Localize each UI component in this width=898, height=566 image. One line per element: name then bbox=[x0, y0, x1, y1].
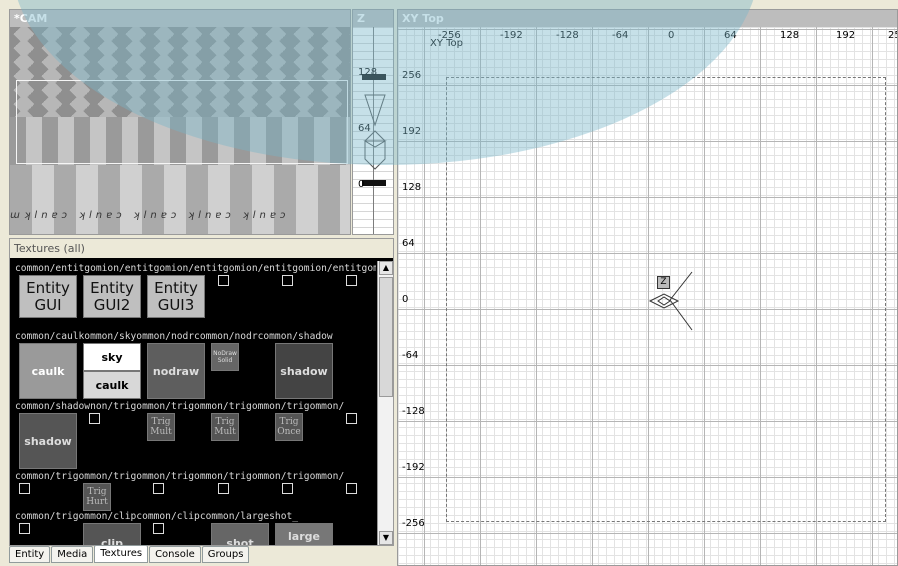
z-camera-icon bbox=[363, 94, 387, 170]
texture-trig-hurt[interactable]: Trig Hurt bbox=[83, 483, 111, 511]
y-label: 256 bbox=[402, 70, 422, 81]
scroll-up-icon[interactable]: ▲ bbox=[379, 261, 393, 275]
texture-placeholder[interactable] bbox=[19, 483, 30, 494]
camera-floor-texture-text: ɯʞlnɐɔ ʞlnɐɔ ʞlnɐɔ ʞlnɐɔ ʞlnɐɔ bbox=[10, 210, 290, 221]
y-label: 64 bbox=[402, 238, 415, 249]
y-label: -128 bbox=[402, 406, 425, 417]
texture-placeholder[interactable] bbox=[153, 483, 164, 494]
texture-row-names: common/entitgomion/entitgomion/entitgomi… bbox=[15, 263, 376, 274]
xy-top-view[interactable]: XY Top XY Top -256 -192 -128 -64 0 64 12… bbox=[397, 9, 898, 566]
x-label: 192 bbox=[836, 30, 856, 41]
x-label: 128 bbox=[780, 30, 800, 41]
texture-placeholder[interactable] bbox=[346, 275, 357, 286]
texture-placeholder[interactable] bbox=[89, 413, 100, 424]
y-label: 0 bbox=[402, 294, 409, 305]
y-label: -64 bbox=[402, 350, 419, 361]
camera-floor bbox=[10, 165, 350, 234]
z-label-128: 128 bbox=[358, 67, 378, 78]
texture-sky[interactable]: sky bbox=[83, 343, 141, 371]
panel-tabs: Entity Media Textures Console Groups bbox=[9, 545, 250, 564]
camera-title: *CAM bbox=[10, 10, 350, 27]
texture-trig-once[interactable]: Trig Once bbox=[275, 413, 303, 441]
texture-large-shot[interactable]: large shot bbox=[275, 523, 333, 545]
texture-browser[interactable]: common/entitgomion/entitgomion/entitgomi… bbox=[13, 261, 376, 545]
texture-placeholder[interactable] bbox=[282, 483, 293, 494]
camera-view[interactable]: *CAM ɯʞlnɐɔ ʞlnɐɔ ʞlnɐɔ ʞlnɐɔ ʞlnɐɔ bbox=[9, 9, 351, 235]
texture-placeholder[interactable] bbox=[19, 523, 30, 534]
tab-media[interactable]: Media bbox=[51, 546, 94, 563]
textures-panel[interactable]: Textures (all) common/entitgomion/entitg… bbox=[9, 238, 394, 546]
x-label: -64 bbox=[612, 30, 629, 41]
x-label: -192 bbox=[500, 30, 523, 41]
texture-row-names: common/trigommon/trigommon/trigommon/tri… bbox=[15, 471, 345, 482]
texture-placeholder[interactable] bbox=[282, 275, 293, 286]
texture-nodraw[interactable]: nodraw bbox=[147, 343, 205, 399]
texture-nodraw-solid[interactable]: NoDraw Solid bbox=[211, 343, 239, 371]
texture-entity-gui[interactable]: Entity GUI bbox=[19, 275, 77, 318]
camera-position-icon[interactable] bbox=[648, 268, 698, 334]
x-label: 25 bbox=[888, 30, 897, 41]
texture-sky-caulk[interactable]: caulk bbox=[83, 371, 141, 399]
y-label: 192 bbox=[402, 126, 422, 137]
texture-shadow-2[interactable]: shadow bbox=[19, 413, 77, 469]
texture-shadow[interactable]: shadow bbox=[275, 343, 333, 399]
texture-row-names: common/shadownon/trigommon/trigommon/tri… bbox=[15, 401, 345, 412]
tab-console[interactable]: Console bbox=[149, 546, 201, 563]
scroll-thumb[interactable] bbox=[379, 277, 393, 397]
textures-title: Textures (all) bbox=[10, 239, 393, 258]
texture-placeholder[interactable] bbox=[346, 413, 357, 424]
texture-row-names: common/caulkommon/skyommon/nodrcommon/no… bbox=[15, 331, 333, 342]
x-label: -128 bbox=[556, 30, 579, 41]
texture-caulk[interactable]: caulk bbox=[19, 343, 77, 399]
texture-placeholder[interactable] bbox=[153, 523, 164, 534]
texture-entity-gui2[interactable]: Entity GUI2 bbox=[83, 275, 141, 318]
camera-brush-outline bbox=[16, 80, 348, 164]
tab-entity[interactable]: Entity bbox=[9, 546, 51, 563]
texture-shot[interactable]: shot bbox=[211, 523, 269, 545]
tab-groups[interactable]: Groups bbox=[201, 546, 250, 563]
y-label: -256 bbox=[402, 518, 425, 529]
z-view[interactable]: Z 128 64 0 bbox=[352, 9, 394, 235]
texture-placeholder[interactable] bbox=[218, 483, 229, 494]
texture-trig-mult-2[interactable]: Trig Mult bbox=[211, 413, 239, 441]
texture-trig-mult[interactable]: Trig Mult bbox=[147, 413, 175, 441]
x-label: 0 bbox=[668, 30, 675, 41]
xy-view-title: XY Top bbox=[398, 10, 897, 27]
y-label: 128 bbox=[402, 182, 422, 193]
x-label: -256 bbox=[438, 30, 461, 41]
texture-placeholder[interactable] bbox=[346, 483, 357, 494]
textures-scrollbar[interactable]: ▲ ▼ bbox=[377, 261, 393, 545]
z-view-title: Z bbox=[353, 10, 393, 27]
texture-clip[interactable]: clip bbox=[83, 523, 141, 545]
tab-textures[interactable]: Textures bbox=[94, 545, 149, 563]
texture-entity-gui3[interactable]: Entity GUI3 bbox=[147, 275, 205, 318]
x-label: 64 bbox=[724, 30, 737, 41]
y-label: -192 bbox=[402, 462, 425, 473]
scroll-down-icon[interactable]: ▼ bbox=[379, 531, 393, 545]
texture-placeholder[interactable] bbox=[218, 275, 229, 286]
texture-row-names: common/trigommon/clipcommon/clipcommon/l… bbox=[15, 511, 299, 522]
